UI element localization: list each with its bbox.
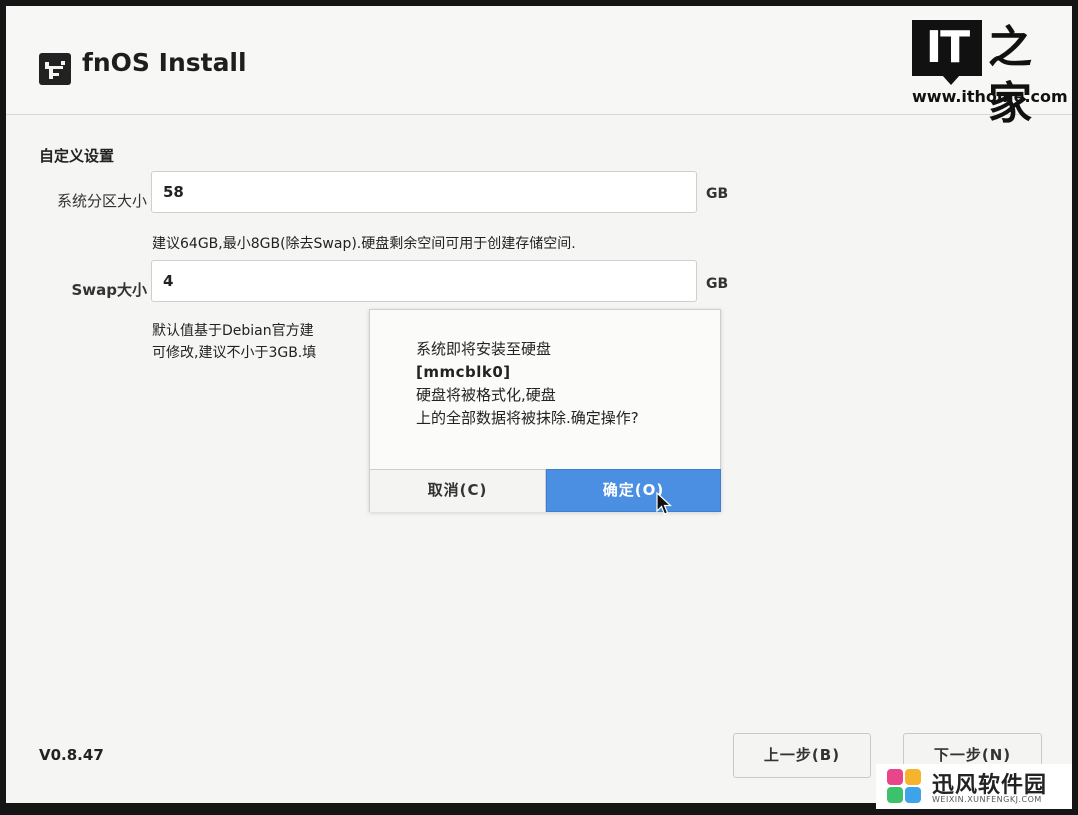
ithome-logo-text: 之家 (988, 22, 1032, 129)
installer-window: fnOS Install IT 之家 www.ithome.com 自定义设置 … (0, 0, 1078, 815)
confirm-button[interactable]: 确定(O) (546, 469, 721, 512)
dialog-message: 系统即将安装至硬盘 [mmcblk0] 硬盘将被格式化,硬盘 上的全部数据将被抹… (416, 338, 639, 430)
dialog-line-4: 上的全部数据将被抹除.确定操作? (416, 409, 639, 427)
section-title: 自定义设置 (39, 147, 115, 165)
swap-hint-line1: 默认值基于Debian官方建 (152, 323, 314, 339)
confirm-dialog: 系统即将安装至硬盘 [mmcblk0] 硬盘将被格式化,硬盘 上的全部数据将被抹… (369, 309, 721, 512)
system-partition-label: 系统分区大小 (56, 192, 147, 210)
ithome-watermark: IT 之家 www.ithome.com (912, 20, 1068, 129)
dialog-line-3: 硬盘将被格式化,硬盘 (416, 386, 556, 404)
xunfeng-watermark: 迅风软件园 WEIXIN.XUNFENGKJ.COM (876, 764, 1072, 809)
xunfeng-url: WEIXIN.XUNFENGKJ.COM (932, 795, 1042, 804)
swap-input[interactable]: 4 (151, 260, 697, 302)
system-partition-hint: 建议64GB,最小8GB(除去Swap).硬盘剩余空间可用于创建存储空间. (152, 236, 576, 252)
swap-unit: GB (706, 276, 729, 292)
swap-label: Swap大小 (71, 281, 147, 299)
version-label: V0.8.47 (39, 746, 104, 764)
system-partition-unit: GB (706, 186, 729, 202)
cancel-button[interactable]: 取消(C) (370, 469, 546, 512)
system-partition-input[interactable]: 58 (151, 171, 697, 213)
swap-hint-line2: 可修改,建议不小于3GB.填 (152, 345, 317, 361)
dialog-line-1: 系统即将安装至硬盘 (416, 340, 552, 358)
header-bar: fnOS Install IT 之家 www.ithome.com (6, 6, 1072, 129)
ithome-logo: IT (912, 20, 982, 85)
mouse-pointer-icon (656, 492, 672, 515)
xunfeng-logo-icon (887, 769, 921, 803)
dialog-device-name: [mmcblk0] (416, 363, 511, 381)
prev-step-button[interactable]: 上一步(B) (733, 733, 871, 778)
fnos-logo-icon (39, 53, 71, 85)
app-title: fnOS Install (82, 48, 247, 77)
ithome-url: www.ithome.com (912, 87, 1068, 106)
